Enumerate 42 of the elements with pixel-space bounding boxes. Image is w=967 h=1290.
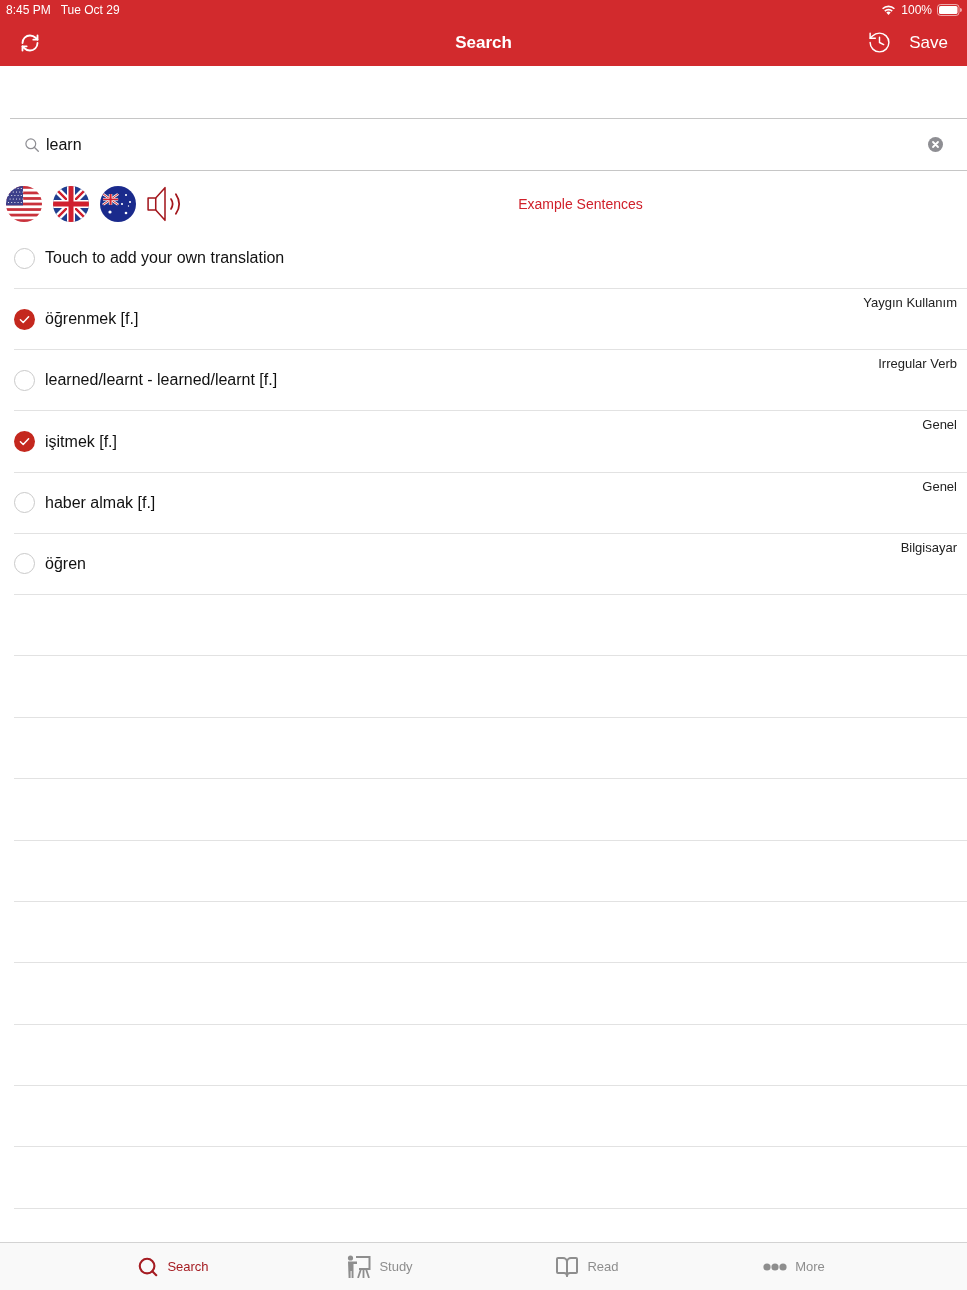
speaker-icon[interactable] xyxy=(147,186,183,222)
add-translation-label[interactable]: Touch to add your own translation xyxy=(45,249,285,268)
example-sentences-link[interactable]: Example Sentences xyxy=(518,196,643,212)
category-label: Genel xyxy=(922,417,957,433)
tab[interactable]: More xyxy=(763,1259,825,1274)
checkbox[interactable] xyxy=(14,553,35,575)
translation-text: işitmek [f.] xyxy=(45,432,117,451)
uk-flag-icon[interactable] xyxy=(53,186,89,222)
tab[interactable]: Study xyxy=(347,1255,413,1278)
category-label: Genel xyxy=(922,478,957,494)
translation-text: öğrenmek [f.] xyxy=(45,310,139,329)
translation-text: haber almak [f.] xyxy=(45,493,156,512)
presentation-icon xyxy=(347,1255,372,1278)
book-icon xyxy=(555,1254,580,1279)
checkbox[interactable] xyxy=(14,431,35,453)
translation-text: learned/learnt - learned/learnt [f.] xyxy=(45,371,278,390)
nav-title: Search xyxy=(455,32,512,53)
battery-percentage: 100% xyxy=(901,2,932,17)
save-button[interactable]: Save xyxy=(909,32,948,53)
more-icon xyxy=(763,1262,788,1271)
search-icon xyxy=(25,137,39,152)
search-icon xyxy=(137,1255,160,1278)
australian-flag-icon[interactable] xyxy=(100,186,136,222)
tab[interactable]: Read xyxy=(555,1254,619,1279)
checkbox[interactable] xyxy=(14,247,35,269)
checkbox[interactable] xyxy=(14,308,35,330)
checkbox[interactable] xyxy=(14,492,35,514)
wifi-icon xyxy=(881,4,897,15)
category-label: Irregular Verb xyxy=(878,356,957,372)
category-label: Yaygın Kullanım xyxy=(863,295,957,311)
sync-icon[interactable] xyxy=(20,32,40,53)
clear-icon[interactable] xyxy=(928,137,943,152)
tab[interactable]: Search xyxy=(137,1255,209,1278)
history-icon[interactable] xyxy=(867,30,893,55)
battery-icon xyxy=(937,3,962,16)
checkbox[interactable] xyxy=(14,369,35,391)
translation-text: öğren xyxy=(45,554,86,573)
search-input[interactable]: learn xyxy=(46,132,921,157)
category-label: Bilgisayar xyxy=(900,539,957,555)
status-time: 8:45 PM xyxy=(6,2,51,17)
us-flag-icon[interactable] xyxy=(6,186,42,222)
status-date: Tue Oct 29 xyxy=(60,2,120,17)
